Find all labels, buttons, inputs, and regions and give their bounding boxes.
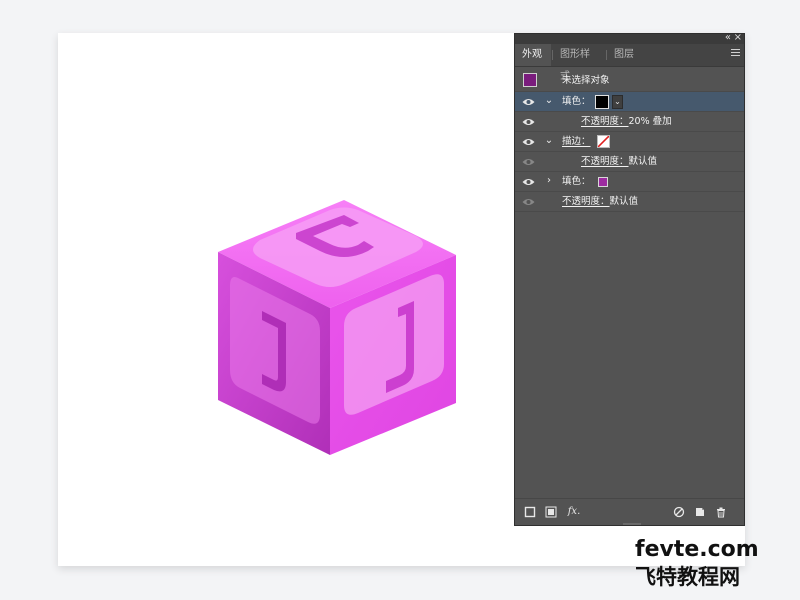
panel-tabs: 外观 图形样式 图层	[515, 44, 744, 82]
stroke-link[interactable]: 描边：	[562, 132, 591, 151]
tab-appearance[interactable]: 外观	[515, 44, 551, 66]
appearance-panel: « × 外观 图形样式 图层 未选择对象 ⌄ 填色： ⌄ 不透明度：20% 叠加…	[514, 33, 745, 526]
panel-menu-icon[interactable]	[731, 49, 740, 58]
chevron-right-icon[interactable]: ›	[544, 175, 554, 187]
object-swatch	[523, 73, 537, 87]
opacity-row-3[interactable]: 不透明度：默认值	[515, 192, 744, 212]
close-panel-icon[interactable]: ×	[734, 34, 742, 44]
eye-icon[interactable]	[522, 197, 535, 207]
duplicate-item-icon[interactable]	[694, 506, 706, 518]
fill-label: 填色：	[562, 176, 591, 187]
trash-icon[interactable]	[715, 506, 727, 518]
new-stroke-icon[interactable]	[524, 506, 536, 518]
tab-graphic-styles[interactable]: 图形样式	[553, 44, 605, 82]
panel-resize-grip[interactable]	[623, 523, 641, 525]
cube-artwork[interactable]	[218, 200, 456, 455]
application-window: « × 外观 图形样式 图层 未选择对象 ⌄ 填色： ⌄ 不透明度：20% 叠加…	[0, 0, 800, 600]
site-watermark: fevte.com 飞特教程网	[608, 536, 798, 598]
opacity-row-1[interactable]: 不透明度：20% 叠加	[515, 112, 744, 132]
chevron-down-icon[interactable]: ⌄	[612, 95, 623, 109]
opacity-link[interactable]: 不透明度：默认值	[581, 152, 657, 171]
eye-icon[interactable]	[522, 97, 535, 107]
tab-layers[interactable]: 图层	[607, 44, 643, 66]
fill-row-1[interactable]: ⌄ 填色： ⌄	[515, 92, 744, 112]
stroke-label[interactable]: 描边：	[562, 136, 591, 147]
opacity-label[interactable]: 不透明度：	[562, 196, 610, 207]
panel-bottom-toolbar: fx.	[515, 498, 744, 525]
chevron-down-icon[interactable]: ⌄	[544, 95, 554, 107]
stroke-row[interactable]: ⌄ 描边：	[515, 132, 744, 152]
fill-label: 填色：	[562, 96, 591, 107]
fx-icon[interactable]: fx.	[566, 506, 582, 518]
opacity-label[interactable]: 不透明度：	[581, 156, 629, 167]
watermark-domain: fevte.com	[635, 537, 759, 562]
opacity-value: 默认值	[628, 156, 658, 167]
fill-row-2[interactable]: › 填色：	[515, 172, 744, 192]
opacity-value: 20% 叠加	[628, 116, 672, 127]
eye-icon[interactable]	[522, 157, 535, 167]
opacity-label[interactable]: 不透明度：	[581, 116, 629, 127]
fill-swatch-purple[interactable]	[598, 177, 608, 187]
opacity-row-2[interactable]: 不透明度：默认值	[515, 152, 744, 172]
clear-appearance-icon[interactable]	[673, 506, 685, 518]
fill-swatch-black[interactable]	[595, 95, 609, 109]
new-fill-icon[interactable]	[545, 506, 557, 518]
opacity-value: 默认值	[609, 196, 639, 207]
stroke-none-swatch[interactable]	[597, 135, 610, 148]
chevron-down-icon[interactable]: ⌄	[544, 135, 554, 147]
collapse-panel-icon[interactable]: «	[725, 34, 731, 44]
object-row[interactable]: 未选择对象	[515, 70, 744, 92]
eye-icon[interactable]	[522, 117, 535, 127]
watermark-site-name: 飞特教程网	[635, 565, 740, 589]
opacity-link[interactable]: 不透明度：20% 叠加	[581, 112, 672, 131]
eye-icon[interactable]	[522, 137, 535, 147]
object-label: 未选择对象	[562, 75, 610, 86]
appearance-list: 未选择对象 ⌄ 填色： ⌄ 不透明度：20% 叠加 ⌄ 描边： 不透明度：默认值…	[515, 70, 744, 212]
panel-title-bar: « ×	[515, 34, 744, 44]
opacity-link[interactable]: 不透明度：默认值	[562, 192, 638, 211]
eye-icon[interactable]	[522, 177, 535, 187]
